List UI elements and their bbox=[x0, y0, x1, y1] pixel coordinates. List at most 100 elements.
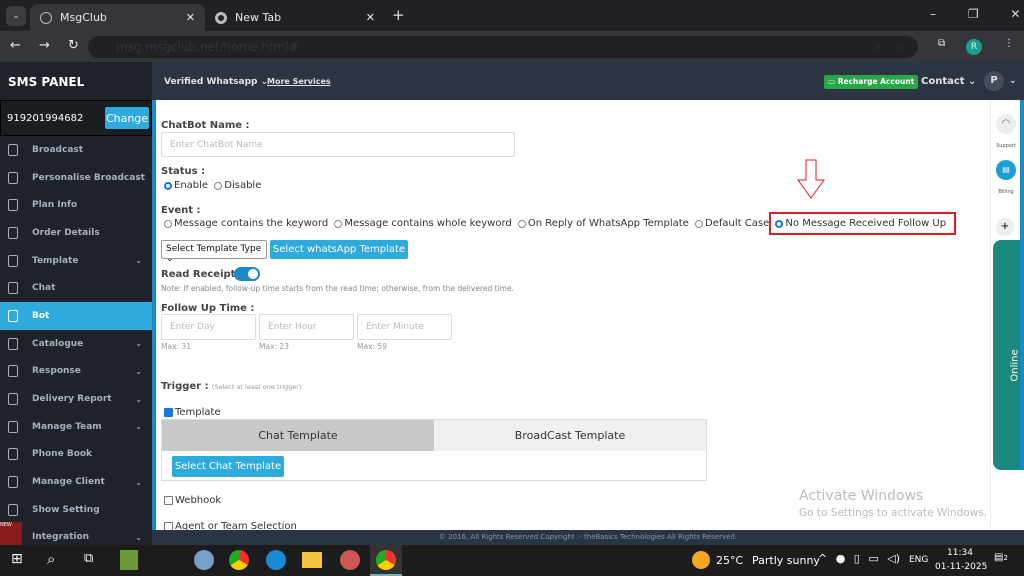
extensions-icon[interactable]: ⧉ bbox=[938, 38, 945, 49]
sidebar-item-catalogue[interactable]: Catalogue ⌄ bbox=[0, 330, 152, 358]
sidebar-item-plan-info[interactable]: Plan Info bbox=[0, 191, 152, 219]
tab-chat-template[interactable]: Chat Template bbox=[162, 420, 434, 451]
window-controls[interactable]: – ❐ ✕ bbox=[930, 7, 1020, 21]
contact-menu[interactable]: Contact ⌄ bbox=[921, 76, 976, 87]
chatbot-name-input[interactable]: Enter ChatBot Name bbox=[161, 132, 515, 157]
envelope-icon bbox=[8, 143, 18, 156]
url-bar[interactable]: msg.msgclub.net/home.html# ⌕ ☆ bbox=[88, 36, 918, 58]
chrome-icon[interactable] bbox=[229, 550, 249, 570]
notification-icon[interactable]: ▤2 bbox=[994, 552, 1008, 563]
followup-minute-input[interactable]: Enter Minute bbox=[357, 314, 452, 340]
app-icon[interactable] bbox=[120, 550, 138, 570]
sidebar-item-manage-team[interactable]: Manage Team ⌄ bbox=[0, 413, 152, 441]
sidebar-item-personalise-broadcast[interactable]: Personalise Broadcast ⌄ bbox=[0, 164, 152, 192]
device-icon bbox=[8, 448, 18, 461]
more-services-link[interactable]: More Services bbox=[267, 77, 331, 86]
menu-icon[interactable]: ⋮ bbox=[1004, 38, 1014, 49]
task-view-icon[interactable]: ⧉ bbox=[84, 551, 93, 566]
online-chat-tab[interactable]: Online bbox=[993, 240, 1023, 470]
paint-icon[interactable] bbox=[194, 550, 214, 570]
tab-new-tab[interactable]: New Tab ✕ bbox=[205, 4, 385, 31]
select-whatsapp-template-button[interactable]: Select whatsApp Template bbox=[270, 240, 408, 259]
sidebar-item-label: Manage Client bbox=[32, 477, 105, 488]
select-chat-template-button[interactable]: Select Chat Template bbox=[172, 456, 284, 477]
status-enable-radio[interactable]: Enable bbox=[164, 180, 208, 191]
template-tabs-panel: Chat Template BroadCast Template Select … bbox=[161, 419, 707, 481]
user-avatar[interactable]: P bbox=[984, 71, 1004, 91]
event-no-message-followup-radio[interactable]: No Message Received Follow Up bbox=[769, 212, 957, 235]
device-icon bbox=[8, 365, 18, 378]
bot-form: ChatBot Name : Enter ChatBot Name Status… bbox=[152, 100, 990, 530]
weather-temp[interactable]: 25°C bbox=[716, 554, 743, 567]
sidebar-item-manage-client[interactable]: Manage Client ⌄ bbox=[0, 468, 152, 496]
sidebar-item-phone-book[interactable]: Phone Book bbox=[0, 441, 152, 469]
event-whole-keyword-radio[interactable]: Message contains whole keyword bbox=[334, 218, 512, 229]
app-header: Verified Whatsapp ⌄ More Services ▭ Rech… bbox=[152, 62, 1024, 100]
sidebar-item-label: Order Details bbox=[32, 227, 100, 238]
chevron-down-icon: ⌄ bbox=[135, 394, 142, 404]
sidebar-item-chat[interactable]: Chat bbox=[0, 274, 152, 302]
agent-team-checkbox[interactable]: Agent or Team Selection bbox=[164, 521, 297, 530]
clock-date[interactable]: 01-11-2025 bbox=[935, 562, 987, 572]
billing-icon[interactable]: ▤ bbox=[996, 160, 1016, 180]
read-receipt-toggle[interactable] bbox=[234, 267, 260, 281]
plus-icon[interactable]: + bbox=[996, 218, 1014, 236]
event-default-case-radio[interactable]: Default Case bbox=[695, 218, 769, 229]
chevron-down-icon: ⌄ bbox=[135, 422, 142, 432]
profile-avatar[interactable]: R bbox=[966, 39, 982, 55]
language-indicator[interactable]: ENG bbox=[909, 555, 928, 565]
search-icon[interactable]: ⌕ bbox=[47, 550, 55, 568]
new-tab-button[interactable]: + bbox=[392, 6, 405, 24]
globe-icon bbox=[40, 11, 52, 24]
browser-tab-bar: ⌄ MsgClub ✕ New Tab ✕ + – ❐ ✕ bbox=[0, 0, 1024, 31]
chrome-active-icon[interactable] bbox=[370, 545, 402, 576]
edge-icon[interactable] bbox=[266, 550, 286, 570]
sidebar-item-broadcast[interactable]: Broadcast bbox=[0, 136, 152, 164]
change-button[interactable]: Change bbox=[105, 107, 149, 129]
template-checkbox[interactable]: Template bbox=[164, 407, 221, 418]
followup-day-input[interactable]: Enter Day bbox=[161, 314, 256, 340]
sidebar-item-label: Template bbox=[32, 255, 79, 266]
file-explorer-icon[interactable] bbox=[302, 552, 322, 568]
weather-text[interactable]: Partly sunny bbox=[752, 554, 820, 567]
sidebar-item-label: Broadcast bbox=[32, 144, 84, 155]
webhook-checkbox[interactable]: Webhook bbox=[164, 495, 221, 506]
verified-whatsapp-menu[interactable]: Verified Whatsapp ⌄ bbox=[164, 77, 268, 87]
tab-search-button[interactable]: ⌄ bbox=[6, 6, 26, 26]
tab-msgclub[interactable]: MsgClub ✕ bbox=[30, 4, 205, 31]
support-icon[interactable]: ◠ bbox=[996, 114, 1016, 134]
event-reply-template-radio[interactable]: On Reply of WhatsApp Template bbox=[517, 218, 689, 229]
recharge-account-button[interactable]: ▭ Recharge Account bbox=[824, 75, 919, 89]
sidebar-item-bot[interactable]: Bot bbox=[0, 302, 152, 330]
arrow-down-annotation-icon bbox=[797, 159, 825, 199]
followup-label: Follow Up Time : bbox=[161, 303, 255, 314]
device-icon bbox=[8, 476, 18, 489]
device-icon bbox=[8, 420, 18, 433]
sidebar-item-label: Phone Book bbox=[32, 449, 93, 460]
status-disable-radio[interactable]: Disable bbox=[214, 180, 261, 191]
close-icon[interactable]: ✕ bbox=[366, 11, 375, 24]
windows-start-icon[interactable]: ⊞ bbox=[11, 551, 23, 567]
sidebar-item-label: Delivery Report bbox=[32, 394, 112, 405]
sidebar-item-show-setting[interactable]: Show Setting bbox=[0, 496, 152, 524]
sidebar-item-order-details[interactable]: Order Details bbox=[0, 219, 152, 247]
phone-number: 919201994682 bbox=[7, 112, 84, 124]
followup-hour-input[interactable]: Enter Hour bbox=[259, 314, 354, 340]
chevron-down-icon[interactable]: ⌄ bbox=[1009, 76, 1017, 86]
sidebar-item-template[interactable]: Template ⌄ bbox=[0, 247, 152, 275]
activate-windows-title: Activate Windows bbox=[799, 488, 924, 504]
sidebar-item-delivery-report[interactable]: Delivery Report ⌄ bbox=[0, 385, 152, 413]
tab-broadcast-template[interactable]: BroadCast Template bbox=[434, 420, 706, 451]
snipping-tool-icon[interactable] bbox=[340, 550, 360, 570]
sidebar-item-response[interactable]: Response ⌄ bbox=[0, 358, 152, 386]
zoom-bookmark-icons[interactable]: ⌕ ☆ bbox=[875, 40, 906, 55]
clock-time[interactable]: 11:34 bbox=[947, 548, 973, 558]
event-keyword-radio[interactable]: Message contains the keyword bbox=[164, 218, 328, 229]
device-icon bbox=[8, 393, 18, 406]
tray-icons[interactable]: ^ ● ▯ ▭ ◁) bbox=[818, 552, 900, 565]
nav-buttons[interactable]: ← → ↻ bbox=[10, 38, 79, 53]
scrollbar[interactable] bbox=[1020, 100, 1024, 470]
close-icon[interactable]: ✕ bbox=[186, 11, 195, 24]
sidebar-item-integration[interactable]: Integration ⌄ bbox=[0, 524, 152, 545]
template-type-select[interactable]: Select Template Type ⌄ bbox=[161, 240, 267, 264]
